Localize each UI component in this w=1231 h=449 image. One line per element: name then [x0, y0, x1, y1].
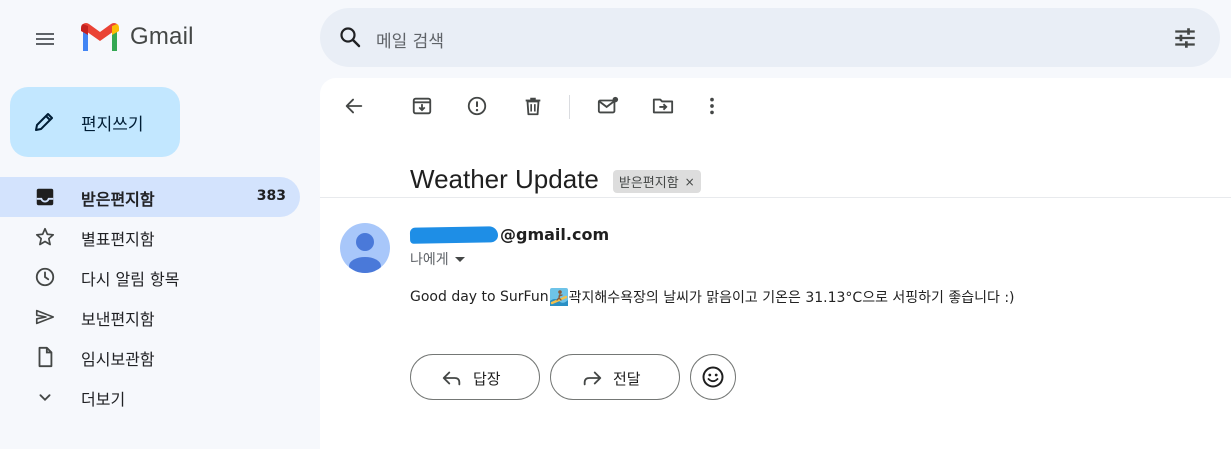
remove-label-button[interactable]: ×: [685, 175, 695, 189]
compose-label: 편지쓰기: [81, 115, 144, 135]
archive-button[interactable]: [410, 94, 434, 118]
sidebar-item-label: 별표편지함: [81, 230, 155, 249]
star-icon: [34, 226, 56, 248]
inbox-label-chip[interactable]: 받은편지함 ×: [612, 170, 701, 193]
search-icon[interactable]: [338, 25, 362, 49]
back-button[interactable]: [342, 94, 366, 118]
draft-icon: [34, 346, 56, 368]
message-body: Good day to SurFun 곽지해수욕장의 날씨가 맑음이고 기온은 …: [410, 287, 1015, 307]
mark-unread-icon: [597, 96, 619, 114]
sidebar-item-drafts[interactable]: 임시보관함: [0, 337, 300, 377]
smiley-icon: [702, 366, 724, 388]
chevron-down-icon: [34, 386, 56, 408]
sidebar-item-more[interactable]: 더보기: [0, 377, 300, 417]
emoji-reaction-button[interactable]: [690, 354, 736, 400]
mark-unread-button[interactable]: [596, 94, 620, 118]
sidebar-item-sent[interactable]: 보낸편지함: [0, 297, 300, 337]
reply-icon: [442, 371, 461, 386]
sidebar-item-label: 보낸편지함: [81, 310, 155, 329]
unread-count: 383: [256, 188, 286, 204]
surfer-emoji-icon: [549, 288, 568, 306]
search-input[interactable]: 메일 검색: [376, 27, 444, 52]
message-view: Weather Update 받은편지함 × @gmail.com 나에게 Go…: [320, 78, 1231, 449]
report-spam-button[interactable]: [465, 94, 489, 118]
body-text-start: Good day to SurFun: [410, 289, 549, 305]
sender-domain: @gmail.com: [500, 225, 610, 244]
inbox-icon: [34, 186, 56, 208]
sidebar-item-label: 받은편지함: [81, 190, 155, 209]
avatar[interactable]: [340, 223, 390, 273]
sidebar-item-label: 더보기: [81, 390, 126, 409]
more-vert-icon: [710, 97, 714, 115]
sidebar-item-label: 임시보관함: [81, 350, 155, 369]
forward-button[interactable]: 전달: [550, 354, 680, 400]
forward-icon: [583, 371, 602, 386]
send-icon: [34, 306, 56, 328]
more-options-button[interactable]: [700, 94, 724, 118]
move-to-button[interactable]: [651, 94, 675, 118]
sidebar-item-starred[interactable]: 별표편지함: [0, 217, 300, 257]
toolbar-divider: [569, 95, 570, 119]
forward-label: 전달: [613, 370, 641, 388]
sidebar-nav: 받은편지함 383 별표편지함 다시 알림 항목 보낸편지함 임시보관함 더보기: [0, 177, 300, 417]
report-icon: [467, 96, 487, 116]
redacted-name: [409, 225, 499, 244]
pencil-icon: [32, 110, 56, 134]
archive-icon: [412, 97, 432, 115]
reply-label: 답장: [473, 370, 501, 388]
sidebar-item-inbox[interactable]: 받은편지함 383: [0, 177, 300, 217]
move-folder-icon: [652, 98, 674, 114]
sender-address[interactable]: @gmail.com: [409, 225, 610, 244]
message-subject: Weather Update: [410, 164, 599, 194]
label-chip-text: 받은편지함: [618, 176, 679, 191]
sidebar-item-label: 다시 알림 항목: [81, 270, 180, 289]
search-options-icon[interactable]: [1172, 25, 1198, 51]
menu-icon: [36, 33, 54, 45]
gmail-logo[interactable]: Gmail: [80, 22, 194, 52]
reply-button[interactable]: 답장: [410, 354, 540, 400]
message-toolbar: [320, 78, 1231, 134]
main-menu-button[interactable]: [24, 18, 66, 60]
clock-icon: [34, 266, 56, 288]
person-icon: [349, 233, 381, 273]
header-divider: [320, 197, 1231, 198]
compose-button[interactable]: 편지쓰기: [10, 87, 180, 157]
search-bar[interactable]: 메일 검색: [320, 8, 1220, 67]
app-name: Gmail: [130, 23, 194, 50]
body-text-end: 곽지해수욕장의 날씨가 맑음이고 기온은 31.13°C으로 서핑하기 좋습니다…: [568, 290, 1015, 306]
arrow-back-icon: [345, 98, 363, 114]
trash-icon: [525, 97, 541, 116]
delete-button[interactable]: [521, 94, 545, 118]
recipient-label: 나에게: [410, 252, 449, 268]
gmail-m-icon: [81, 23, 119, 51]
sidebar-item-snoozed[interactable]: 다시 알림 항목: [0, 257, 300, 297]
recipient-details[interactable]: 나에게: [410, 249, 465, 269]
caret-down-icon: [454, 257, 465, 262]
subject-row: Weather Update 받은편지함 ×: [410, 164, 701, 195]
